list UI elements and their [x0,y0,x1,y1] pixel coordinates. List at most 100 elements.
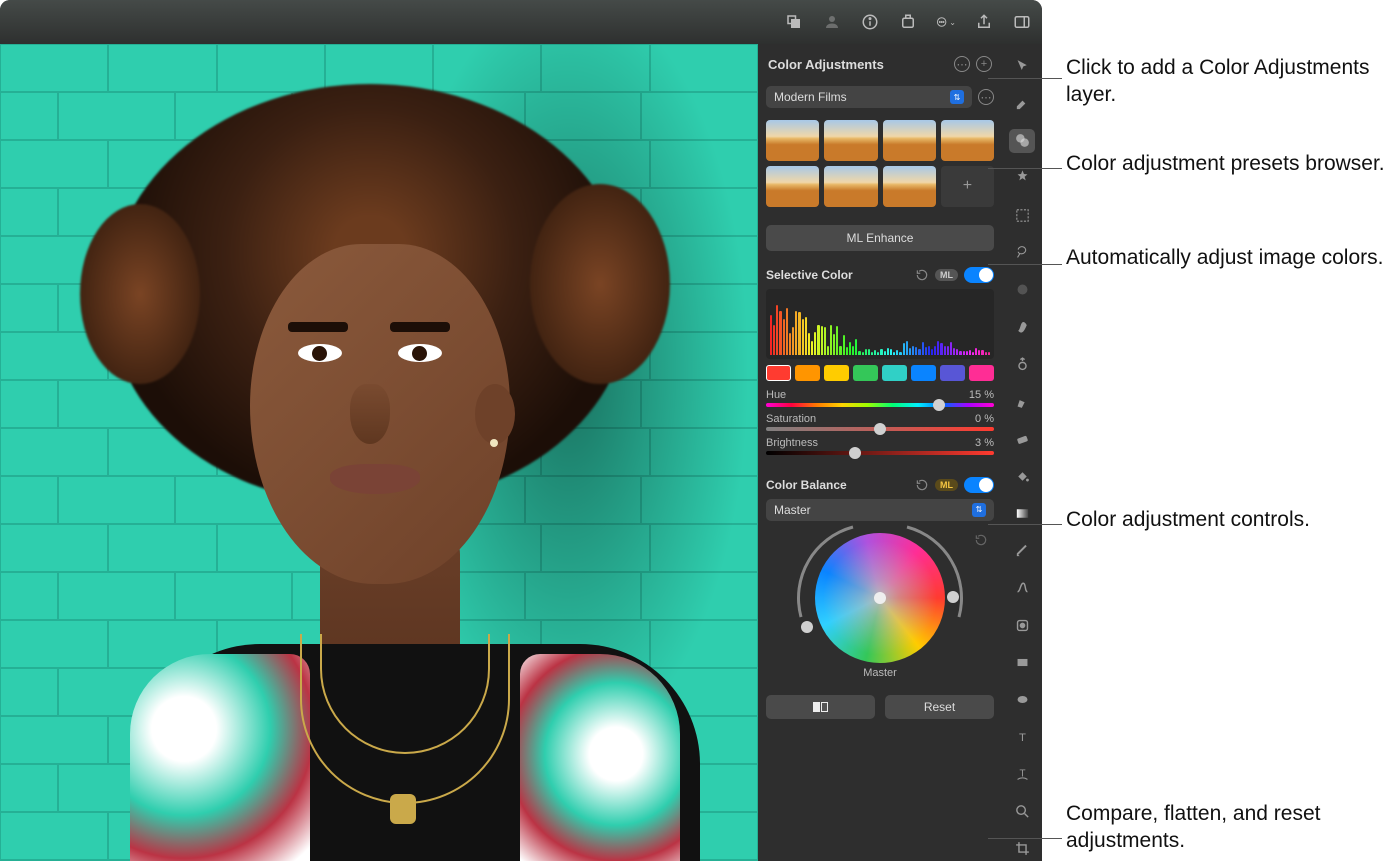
tool-lasso[interactable] [1009,240,1035,264]
slider-label: Saturation [766,413,816,425]
slider-label: Brightness [766,437,818,449]
annotation-text: Automatically adjust image colors. [1066,244,1383,271]
ml-enhance-button[interactable]: ML Enhance [766,225,994,251]
color-swatch[interactable] [824,365,849,381]
tool-blur[interactable] [1009,278,1035,302]
tool-effects[interactable] [1009,166,1035,190]
extension-icon[interactable] [898,12,918,32]
share-icon[interactable] [974,12,994,32]
ml-badge[interactable]: ML [935,269,958,281]
tool-zoom[interactable] [1009,799,1035,823]
tool-style[interactable] [1009,91,1035,115]
compare-button[interactable] [766,695,875,719]
color-swatch[interactable] [940,365,965,381]
preset-thumb[interactable] [883,166,936,207]
hue-slider[interactable] [766,403,994,407]
annotation-text: Color adjustment presets browser. [1066,150,1385,177]
slider-label: Hue [766,389,786,401]
tool-pen[interactable] [1009,538,1035,562]
section-toggle[interactable] [964,267,994,283]
more-icon[interactable]: ⌄ [936,12,956,32]
preset-options-icon[interactable]: ⋯ [978,89,994,105]
wheel-reset-icon[interactable] [974,533,988,547]
range-dropdown-label: Master [774,503,811,517]
inspector-title: Color Adjustments [768,57,884,72]
svg-text:T: T [1019,732,1026,744]
arc-handle[interactable] [947,591,959,603]
tool-gradient[interactable] [1009,501,1035,525]
tool-fill[interactable] [1009,464,1035,488]
color-balance-section: Color Balance ML Master ⇅ [766,477,994,679]
histogram [766,289,994,359]
reset-icon[interactable] [915,478,929,492]
tool-adjust[interactable] [1009,129,1035,153]
tool-rect[interactable] [1009,650,1035,674]
annotation-text: Compare, flatten, and reset adjustments. [1066,800,1388,855]
color-swatch[interactable] [969,365,994,381]
tool-erase[interactable] [1009,427,1035,451]
slider-thumb[interactable] [849,447,861,459]
slider-thumb[interactable] [874,423,886,435]
color-swatch[interactable] [795,365,820,381]
add-layer-icon[interactable]: + [976,56,992,72]
layers-icon[interactable] [784,12,804,32]
compare-icon [813,702,828,712]
sidebar-toggle-icon[interactable] [1012,12,1032,32]
arc-handle[interactable] [801,621,813,633]
color-swatch[interactable] [911,365,936,381]
tool-strip: TT [1002,44,1042,861]
info-icon[interactable] [860,12,880,32]
reset-icon[interactable] [915,268,929,282]
tool-text[interactable]: T [1009,725,1035,749]
section-title: Color Balance [766,478,847,492]
tool-marquee[interactable] [1009,203,1035,227]
chevron-updown-icon: ⇅ [950,90,964,104]
add-preset-button[interactable]: + [941,166,994,207]
app-window: ⌄ [0,0,1042,861]
color-swatches [766,365,994,381]
slider-value: 3 % [975,437,994,449]
reset-button[interactable]: Reset [885,695,994,719]
options-icon[interactable]: ⋯ [954,56,970,72]
preset-thumb[interactable] [941,120,994,161]
color-wheel-wrap [766,529,994,665]
slider-thumb[interactable] [933,399,945,411]
tool-type-path[interactable]: T [1009,762,1035,786]
tool-paint[interactable] [1009,389,1035,413]
preset-thumb[interactable] [883,120,936,161]
tool-shape[interactable] [1009,613,1035,637]
preset-thumb[interactable] [766,166,819,207]
section-toggle[interactable] [964,477,994,493]
window-toolbar: ⌄ [0,0,1042,44]
annotation-text: Click to add a Color Adjustments layer. [1066,54,1388,109]
canvas[interactable] [0,44,758,861]
tool-oval[interactable] [1009,688,1035,712]
color-swatch[interactable] [882,365,907,381]
preset-dropdown-label: Modern Films [774,90,847,104]
wheel-handle[interactable] [874,592,886,604]
tool-warp[interactable] [1009,315,1035,339]
ml-badge[interactable]: ML [935,479,958,491]
color-wheel[interactable] [815,533,945,663]
annotation-text: Color adjustment controls. [1066,506,1310,533]
person-icon[interactable] [822,12,842,32]
range-dropdown[interactable]: Master ⇅ [766,499,994,521]
color-swatch[interactable] [853,365,878,381]
tool-clone[interactable] [1009,352,1035,376]
section-title: Selective Color [766,268,853,282]
slider-value: 15 % [969,389,994,401]
portrait-subject [20,44,740,861]
preset-thumb[interactable] [824,166,877,207]
preset-dropdown[interactable]: Modern Films ⇅ [766,86,972,108]
tool-crop[interactable] [1009,837,1035,861]
chevron-updown-icon: ⇅ [972,503,986,517]
color-swatch[interactable] [766,365,791,381]
slider-value: 0 % [975,413,994,425]
tool-freeform[interactable] [1009,576,1035,600]
preset-thumb[interactable] [766,120,819,161]
preset-thumb[interactable] [824,120,877,161]
tool-arrow[interactable] [1009,54,1035,78]
saturation-slider[interactable] [766,427,994,431]
inspector-panel: Color Adjustments ⋯ + Modern Films ⇅ ⋯ [758,44,1002,861]
brightness-slider[interactable] [766,451,994,455]
